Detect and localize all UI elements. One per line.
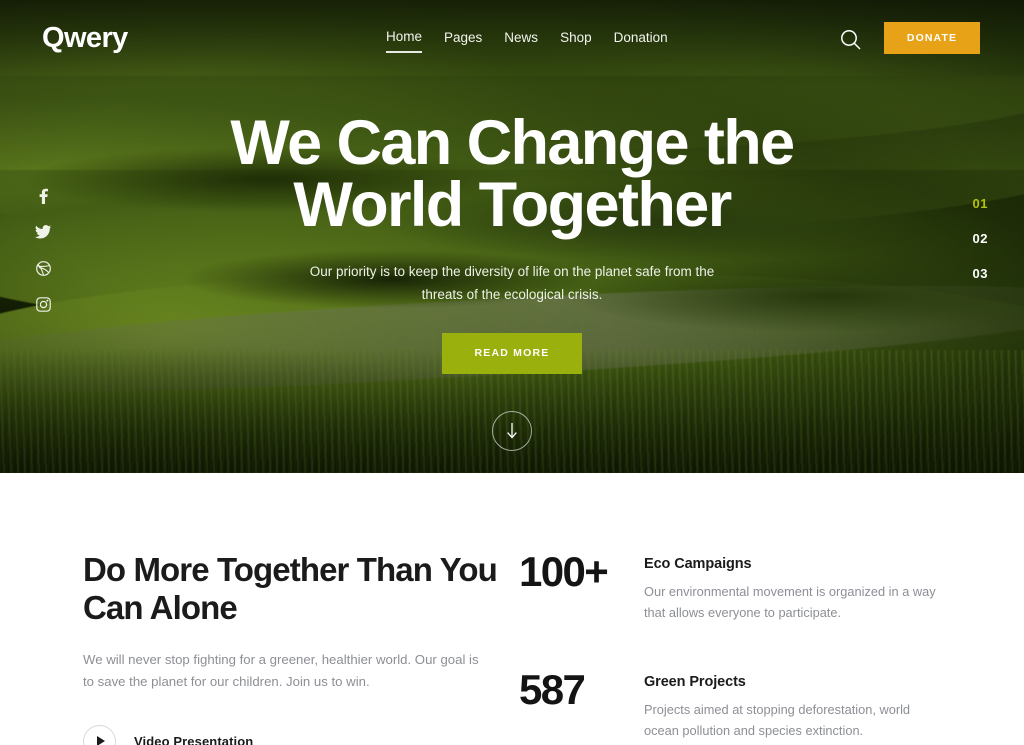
statistics-list: 100+ Eco Campaigns Our environmental mov… — [519, 551, 979, 745]
slide-indicator-02[interactable]: 02 — [973, 231, 988, 246]
hero-subtitle: Our priority is to keep the diversity of… — [309, 263, 715, 303]
stat-title: Eco Campaigns — [644, 556, 752, 572]
stat-title: Green Projects — [644, 673, 746, 690]
stat-description: Projects aimed at stopping deforestation… — [644, 701, 911, 739]
do-more-together-section: Do More Together Than You Can Alone We w… — [0, 473, 1024, 745]
search-icon[interactable] — [838, 27, 864, 53]
nav-item-shop[interactable]: Shop — [560, 30, 592, 52]
stat-number: 587 — [519, 665, 586, 713]
site-logo[interactable]: Qwery — [42, 22, 128, 55]
slider-pagination: 01 02 03 — [973, 196, 988, 281]
dribbble-icon[interactable] — [32, 257, 54, 279]
slide-indicator-03[interactable]: 03 — [973, 266, 988, 281]
stat-description: Our environmental movement is organized … — [644, 584, 936, 621]
video-presentation-link[interactable]: Video Presentation — [83, 724, 501, 745]
slide-indicator-01[interactable]: 01 — [973, 196, 988, 211]
play-icon[interactable] — [83, 724, 116, 745]
donate-button[interactable]: DONATE — [884, 22, 980, 54]
section-paragraph: We will never stop fighting for a greene… — [83, 651, 479, 690]
nav-item-home[interactable]: Home — [386, 29, 423, 53]
nav-item-news[interactable]: News — [504, 30, 538, 52]
instagram-icon[interactable] — [32, 293, 54, 315]
stat-item: 587 Green Projects Projects aimed at sto… — [519, 665, 979, 742]
social-sidebar — [32, 185, 54, 315]
section-heading: Do More Together Than You Can Alone — [83, 551, 498, 627]
arrow-down-icon[interactable] — [492, 410, 532, 451]
hero-section: Qwery Home Pages News Shop Donation DONA… — [0, 0, 1024, 473]
site-header: Qwery Home Pages News Shop Donation DONA… — [0, 0, 1024, 75]
stat-item: 100+ Eco Campaigns Our environmental mov… — [519, 551, 979, 624]
stat-number: 100+ — [519, 548, 609, 595]
main-navigation: Home Pages News Shop Donation — [386, 29, 668, 53]
read-more-button[interactable]: READ MORE — [442, 332, 582, 374]
nav-item-pages[interactable]: Pages — [444, 30, 482, 52]
hero-title: We Can Change the World Together — [230, 108, 795, 241]
facebook-icon[interactable] — [32, 185, 54, 207]
section-intro: Do More Together Than You Can Alone We w… — [83, 551, 501, 745]
video-presentation-label: Video Presentation — [134, 733, 254, 745]
twitter-icon[interactable] — [32, 221, 54, 243]
nav-item-donation[interactable]: Donation — [614, 30, 668, 52]
